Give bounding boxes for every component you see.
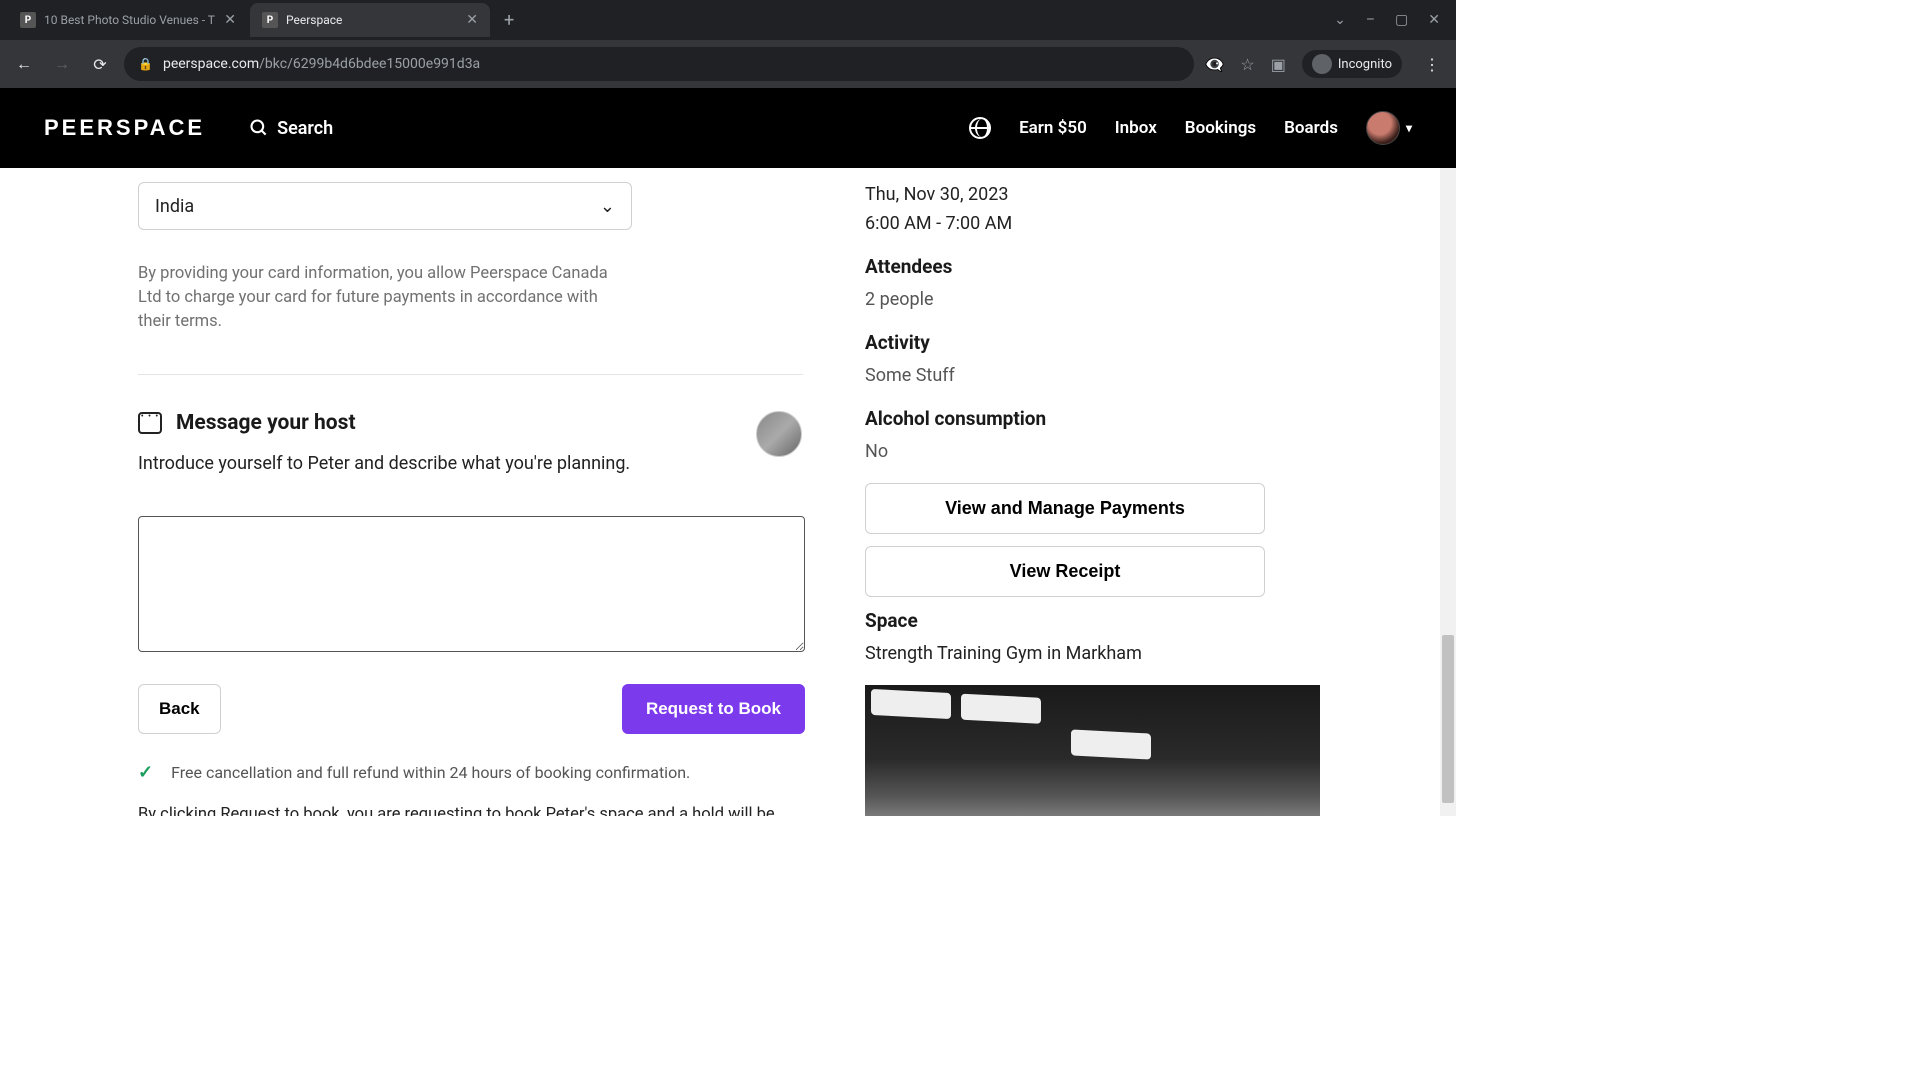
- space-image: [865, 685, 1320, 816]
- search-icon: [249, 118, 269, 138]
- request-to-book-button[interactable]: Request to Book: [622, 684, 805, 734]
- chevron-down-icon: ⌄: [600, 196, 615, 217]
- lock-icon: 🔒: [138, 57, 153, 71]
- logo[interactable]: PEERSPACE: [44, 115, 205, 141]
- account-menu[interactable]: ▾: [1366, 111, 1412, 145]
- divider: [138, 374, 803, 375]
- activity-value: Some Stuff: [865, 362, 1325, 389]
- country-value: India: [155, 196, 194, 217]
- nav-inbox[interactable]: Inbox: [1115, 118, 1157, 138]
- message-host-subtitle: Introduce yourself to Peter and describe…: [138, 453, 756, 474]
- nav-earn[interactable]: Earn $50: [1019, 118, 1087, 138]
- nav-bookings[interactable]: Bookings: [1185, 118, 1256, 138]
- card-disclosure: By providing your card information, you …: [138, 262, 628, 334]
- close-icon[interactable]: ✕: [224, 12, 236, 28]
- cancellation-text: Free cancellation and full refund within…: [171, 763, 690, 782]
- tab-photo-studios[interactable]: P 10 Best Photo Studio Venues - T ✕: [8, 3, 248, 37]
- url-text: peerspace.com/bkc/6299b4d6bdee15000e991d…: [163, 56, 480, 72]
- incognito-label: Incognito: [1338, 57, 1392, 72]
- country-select[interactable]: India ⌄: [138, 182, 632, 230]
- attendees-label: Attendees: [865, 255, 1325, 278]
- favicon: P: [20, 12, 36, 28]
- address-bar[interactable]: 🔒 peerspace.com/bkc/6299b4d6bdee15000e99…: [124, 47, 1194, 81]
- booking-date: Thu, Nov 30, 2023: [865, 181, 1325, 208]
- tab-peerspace[interactable]: P Peerspace ✕: [250, 3, 490, 37]
- scrollbar[interactable]: [1440, 168, 1456, 816]
- window-controls: ⌄ – ▢ ✕: [1334, 12, 1448, 28]
- attendees-value: 2 people: [865, 286, 1325, 313]
- space-label: Space: [865, 609, 1325, 632]
- tab-title: 10 Best Photo Studio Venues - T: [44, 13, 216, 27]
- chevron-down-icon[interactable]: ⌄: [1334, 12, 1346, 28]
- incognito-badge[interactable]: Incognito: [1302, 50, 1402, 78]
- reload-button[interactable]: ⟳: [86, 50, 114, 78]
- scrollbar-thumb[interactable]: [1442, 635, 1454, 803]
- close-icon[interactable]: ✕: [466, 12, 478, 28]
- activity-label: Activity: [865, 331, 1325, 354]
- url-actions: 👁‍🗨 ☆ ▣ Incognito ⋮: [1204, 50, 1446, 78]
- tab-title: Peerspace: [286, 13, 458, 27]
- panel-icon[interactable]: ▣: [1271, 55, 1286, 74]
- browser-toolbar: ← → ⟳ 🔒 peerspace.com/bkc/6299b4d6bdee15…: [0, 40, 1456, 88]
- search-link[interactable]: Search: [249, 118, 333, 139]
- view-receipt-button[interactable]: View Receipt: [865, 546, 1265, 597]
- booking-terms: By clicking Request to book, you are req…: [138, 803, 803, 816]
- host-avatar: [756, 411, 802, 457]
- back-button[interactable]: ←: [10, 50, 38, 78]
- site-header: PEERSPACE Search Earn $50 Inbox Bookings…: [0, 88, 1456, 168]
- search-label: Search: [277, 118, 333, 139]
- alcohol-label: Alcohol consumption: [865, 407, 1325, 430]
- kebab-menu-icon[interactable]: ⋮: [1418, 55, 1446, 74]
- booking-time: 6:00 AM - 7:00 AM: [865, 210, 1325, 237]
- check-icon: ✓: [138, 762, 153, 783]
- new-tab-button[interactable]: +: [492, 10, 526, 31]
- incognito-icon: [1312, 54, 1332, 74]
- view-payments-button[interactable]: View and Manage Payments: [865, 483, 1265, 534]
- minimize-button[interactable]: –: [1366, 12, 1375, 28]
- forward-button[interactable]: →: [48, 50, 76, 78]
- maximize-button[interactable]: ▢: [1395, 12, 1408, 28]
- back-button[interactable]: Back: [138, 684, 221, 734]
- message-input[interactable]: [138, 516, 805, 652]
- bookmark-icon[interactable]: ☆: [1240, 55, 1254, 74]
- chevron-down-icon: ▾: [1406, 121, 1412, 135]
- nav-boards[interactable]: Boards: [1284, 118, 1338, 138]
- message-host-title: Message your host: [176, 411, 356, 435]
- globe-icon[interactable]: [969, 117, 991, 139]
- browser-tab-strip: P 10 Best Photo Studio Venues - T ✕ P Pe…: [0, 0, 1456, 40]
- alcohol-value: No: [865, 438, 1325, 465]
- favicon: P: [262, 12, 278, 28]
- chat-icon: [138, 412, 162, 434]
- avatar: [1366, 111, 1400, 145]
- eye-off-icon[interactable]: 👁‍🗨: [1204, 55, 1224, 74]
- window-close-button[interactable]: ✕: [1428, 12, 1440, 28]
- space-value: Strength Training Gym in Markham: [865, 640, 1325, 667]
